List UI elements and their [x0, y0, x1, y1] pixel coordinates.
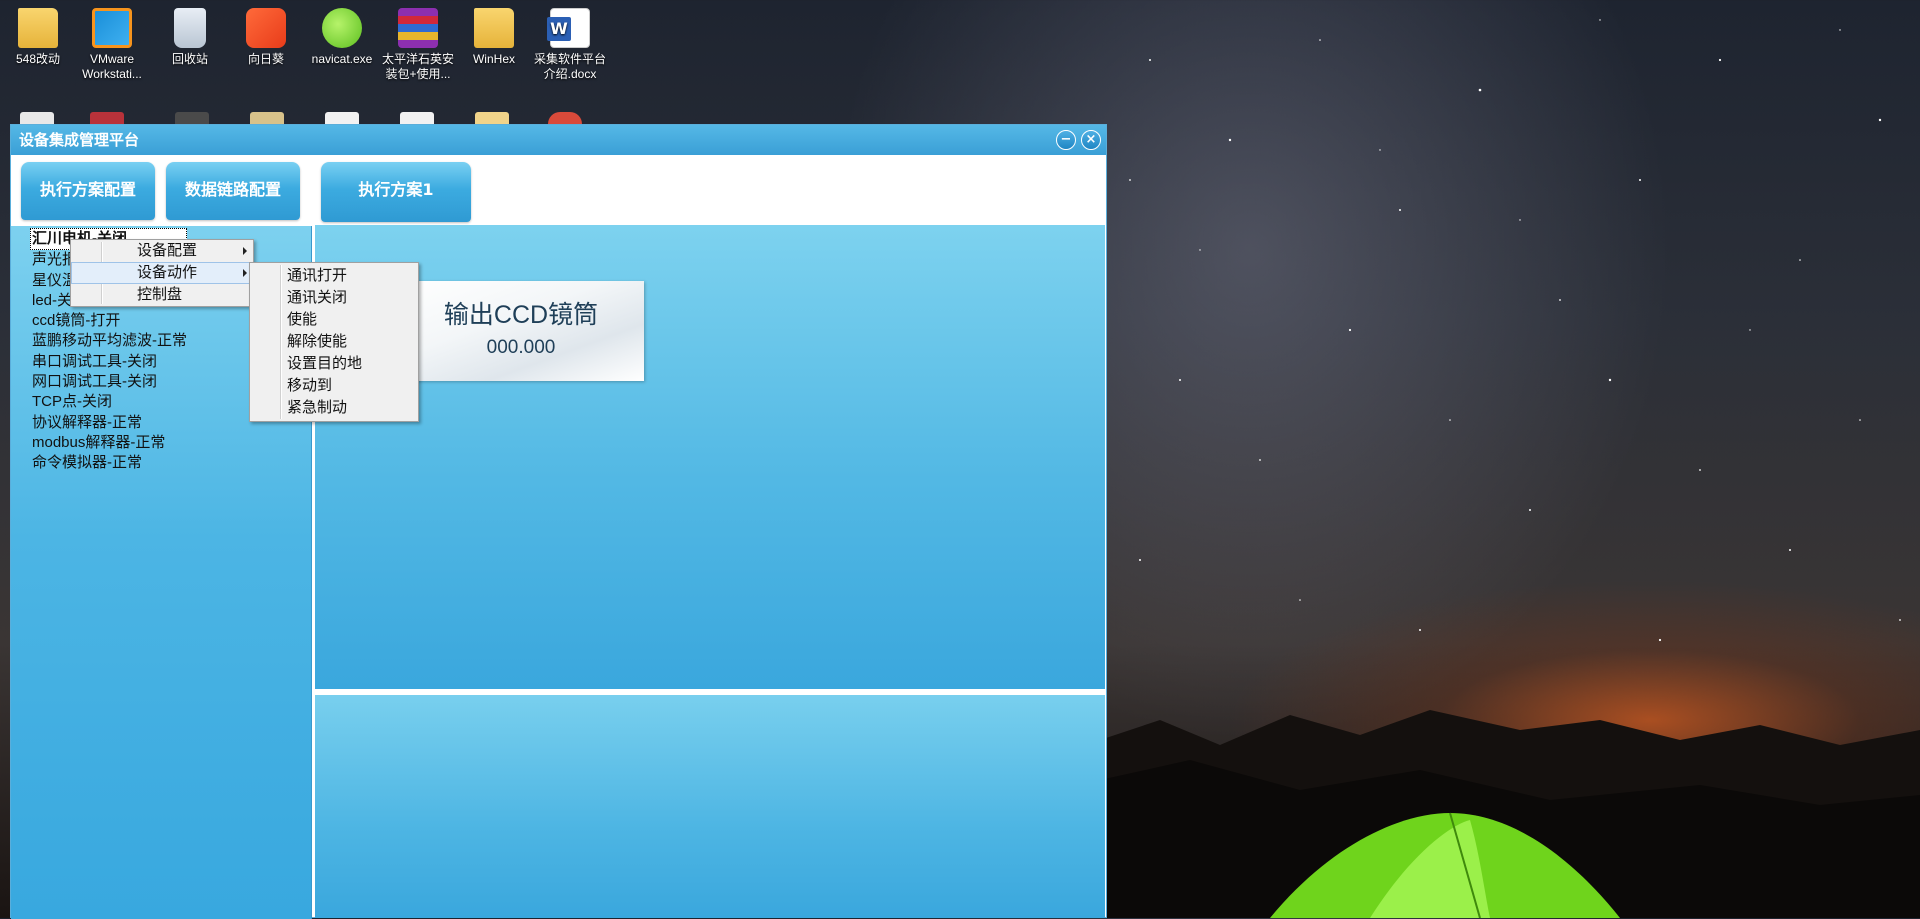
desktop-icon-label: VMware Workstati... [82, 52, 142, 81]
partially-hidden-desktop-icon [548, 112, 582, 124]
window-titlebar[interactable]: 设备集成管理平台 − × [11, 125, 1106, 155]
close-button[interactable]: × [1081, 130, 1101, 150]
desktop-icon-548[interactable]: 548改动 [2, 2, 74, 67]
submenu-item-set-destination[interactable]: 设置目的地 [250, 353, 418, 375]
sunlogin-icon [246, 8, 286, 48]
desktop-icon-vmware[interactable]: VMware Workstati... [76, 2, 148, 82]
workspace-bottom-panel [315, 695, 1105, 918]
folder-icon [474, 8, 514, 48]
desktop-icon-label: 太平洋石英安装包+使用... [382, 52, 455, 81]
tab-exec-plan-1-label: 执行方案1 [358, 180, 434, 199]
vmware-icon [92, 8, 132, 48]
winrar-icon [398, 8, 438, 48]
minimize-button[interactable]: − [1056, 130, 1076, 150]
data-link-config-button[interactable]: 数据链路配置 [166, 162, 300, 220]
device-item-protocol-parser[interactable]: 协议解释器-正常 [32, 413, 187, 433]
partially-hidden-desktop-icon [250, 112, 284, 124]
window-title: 设备集成管理平台 [19, 131, 140, 149]
submenu-item-label: 设置目的地 [287, 355, 363, 372]
submenu-item-disable[interactable]: 解除使能 [250, 331, 418, 353]
submenu-item-label: 使能 [287, 311, 318, 328]
submenu-item-label: 紧急制动 [287, 399, 348, 416]
device-action-submenu: 通讯打开 通讯关闭 使能 解除使能 设置目的地 移动到 紧急制动 [249, 262, 419, 422]
menu-item-device-config[interactable]: 设备配置 [71, 240, 253, 262]
exec-plan-config-label: 执行方案配置 [39, 180, 136, 199]
partially-hidden-desktop-icon [400, 112, 434, 124]
desktop-icon-label: WinHex [472, 52, 515, 66]
exec-plan-config-button[interactable]: 执行方案配置 [21, 162, 155, 220]
desktop-icon-recycle-bin[interactable]: 回收站 [154, 2, 226, 67]
device-card-ccd[interactable]: 输出CCD镜筒 000.000 [398, 281, 644, 381]
partially-hidden-desktop-icon [475, 112, 509, 124]
desktop-icon-winrar[interactable]: 太平洋石英安装包+使用... [382, 2, 454, 82]
submenu-arrow-icon [243, 247, 247, 255]
submenu-item-label: 通讯关闭 [287, 289, 348, 306]
desktop-icon-label: 回收站 [171, 52, 208, 66]
data-link-config-label: 数据链路配置 [184, 180, 281, 199]
submenu-item-label: 移动到 [287, 377, 333, 394]
desktop-icon-winhex[interactable]: WinHex [458, 2, 530, 67]
submenu-item-enable[interactable]: 使能 [250, 309, 418, 331]
device-item-tcp[interactable]: TCP点-关闭 [32, 392, 187, 412]
device-item-filter[interactable]: 蓝鹏移动平均滤波-正常 [32, 331, 187, 351]
menu-item-label: 设备动作 [137, 264, 198, 281]
device-card-value: 000.000 [486, 337, 556, 358]
desktop-icon-navicat[interactable]: navicat.exe [306, 2, 378, 67]
navicat-icon [322, 8, 362, 48]
submenu-item-comm-close[interactable]: 通讯关闭 [250, 287, 418, 309]
device-item-serial-tool[interactable]: 串口调试工具-关闭 [32, 352, 187, 372]
close-icon: × [1085, 132, 1097, 147]
partially-hidden-desktop-icon [90, 112, 124, 124]
folder-icon [18, 8, 58, 48]
partially-hidden-desktop-icon [175, 112, 209, 124]
device-item-command-simulator[interactable]: 命令模拟器-正常 [32, 453, 187, 473]
menu-item-control-panel[interactable]: 控制盘 [71, 284, 253, 306]
desktop-icon-label: 采集软件平台介绍.docx [534, 52, 607, 81]
recycle-bin-icon [174, 8, 206, 48]
desktop-icon-label: navicat.exe [311, 52, 373, 66]
tab-exec-plan-1[interactable]: 执行方案1 [321, 162, 471, 222]
green-tent-image [1270, 812, 1620, 918]
partially-hidden-desktop-icon [20, 112, 54, 124]
device-item-modbus-parser[interactable]: modbus解释器-正常 [32, 433, 187, 453]
submenu-item-comm-open[interactable]: 通讯打开 [250, 265, 418, 287]
submenu-item-label: 解除使能 [287, 333, 348, 350]
desktop-icon-word-doc[interactable]: 采集软件平台介绍.docx [534, 2, 606, 82]
submenu-item-label: 通讯打开 [287, 267, 348, 284]
desktop-icon-sunlogin[interactable]: 向日葵 [230, 2, 302, 67]
desktop-icon-label: 548改动 [15, 52, 61, 66]
submenu-item-emergency-stop[interactable]: 紧急制动 [250, 397, 418, 419]
menu-item-device-action[interactable]: 设备动作 [71, 262, 253, 284]
device-card-name: 输出CCD镜筒 [443, 301, 599, 329]
desktop-icon-label: 向日葵 [247, 52, 284, 66]
submenu-arrow-icon [243, 269, 247, 277]
partially-hidden-desktop-icon [325, 112, 359, 124]
word-icon [547, 8, 590, 48]
context-menu: 设备配置 设备动作 控制盘 [70, 239, 254, 307]
device-item-net-tool[interactable]: 网口调试工具-关闭 [32, 372, 187, 392]
submenu-item-move-to[interactable]: 移动到 [250, 375, 418, 397]
minimize-icon: − [1060, 132, 1072, 147]
device-item-ccd[interactable]: ccd镜筒-打开 [32, 311, 187, 331]
menu-item-label: 设备配置 [137, 242, 198, 259]
menu-item-label: 控制盘 [137, 286, 183, 303]
